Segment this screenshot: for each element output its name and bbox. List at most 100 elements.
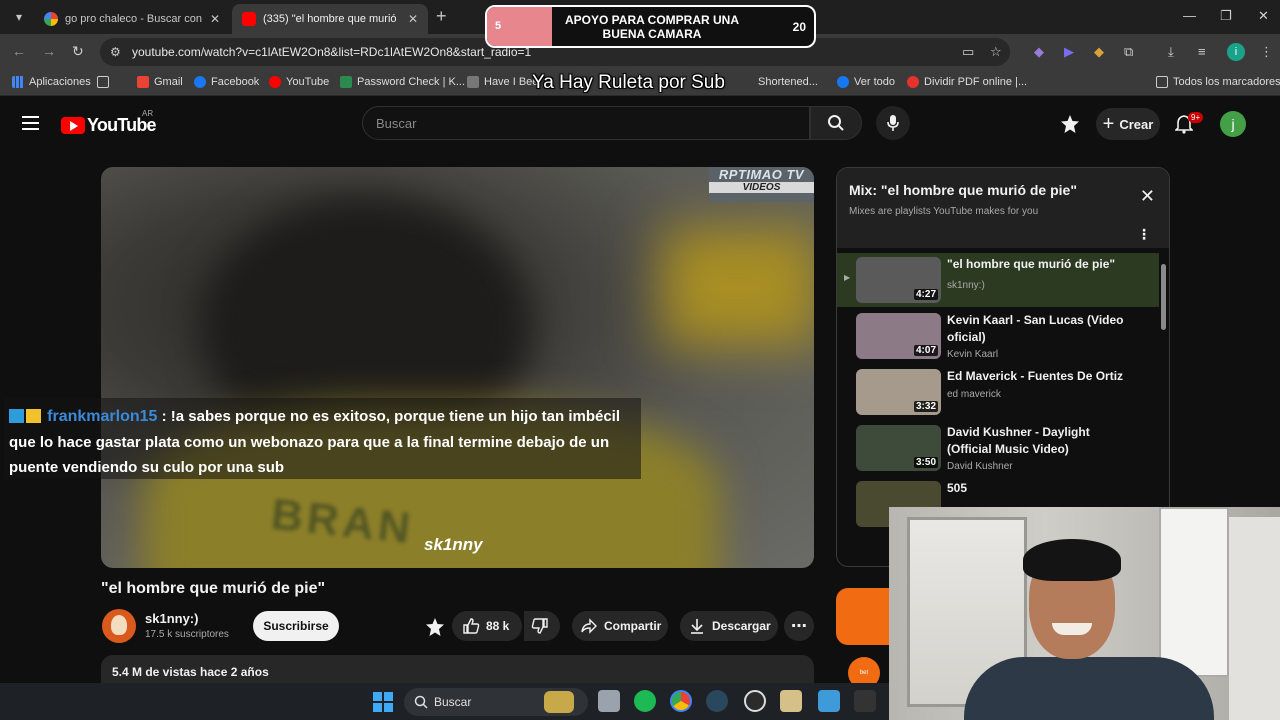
playlist-item-channel: ed maverick: [947, 389, 1001, 400]
tab-title: (335) "el hombre que murió de pie": [263, 13, 400, 25]
menu-hamburger-icon[interactable]: [22, 116, 39, 130]
photos-icon[interactable]: [818, 690, 840, 712]
bookmark-tab-groups-icon[interactable]: [97, 76, 114, 88]
playlist-item[interactable]: 3:32 Ed Maverick - Fuentes De Ortiz ed m…: [837, 365, 1159, 419]
bookmark-label: Aplicaciones: [29, 76, 91, 88]
playlist-item-channel: David Kushner: [947, 461, 1013, 472]
app-icon[interactable]: [780, 690, 802, 712]
browser-tab-youtube[interactable]: (335) "el hombre que murió de pie" ✕: [232, 4, 428, 34]
cast-icon[interactable]: ▭: [962, 44, 974, 60]
more-vertical-icon[interactable]: ⋮: [1137, 226, 1151, 243]
bookmark-gmail[interactable]: Gmail: [137, 76, 183, 88]
chrome-icon[interactable]: [670, 690, 692, 712]
minimize-icon[interactable]: —: [1183, 8, 1196, 23]
close-tab-icon[interactable]: ✕: [210, 12, 220, 26]
video-title: "el hombre que murió de pie": [101, 580, 326, 597]
voice-search-button[interactable]: [876, 106, 910, 140]
stream-goal-bar: 5 APOYO PARA COMPRAR UNA BUENA CAMARA 20: [485, 5, 816, 48]
file-explorer-icon[interactable]: [598, 690, 620, 712]
password-icon: [340, 76, 352, 88]
playlist-title[interactable]: Mix: "el hombre que murió de pie": [849, 182, 1077, 198]
bookmark-password-check[interactable]: Password Check | K...: [340, 76, 465, 88]
back-icon[interactable]: ←: [12, 43, 26, 59]
windows-taskbar: Buscar: [0, 683, 889, 720]
media-control-icon[interactable]: ≡: [1198, 44, 1206, 59]
window-close-icon[interactable]: ✕: [1258, 8, 1269, 24]
duration-badge: 3:50: [913, 457, 938, 468]
download-label: Descargar: [712, 619, 771, 633]
bookmark-all[interactable]: Todos los marcadores: [1156, 76, 1280, 88]
youtube-logo[interactable]: YouTube AR: [61, 109, 157, 136]
search-icon: [828, 115, 844, 131]
subscribe-button[interactable]: Suscribirse: [253, 611, 339, 641]
channel-avatar[interactable]: [102, 609, 136, 643]
create-button[interactable]: + Crear: [1096, 108, 1160, 140]
playlist-thumbnail: 4:27: [856, 257, 941, 303]
chrome-menu-icon[interactable]: ⋮: [1260, 44, 1273, 60]
playlist-item[interactable]: 4:07 Kevin Kaarl - San Lucas (Video ofic…: [837, 309, 1159, 363]
maximize-icon[interactable]: ❐: [1220, 8, 1232, 24]
new-tab-icon[interactable]: +: [436, 6, 447, 27]
extension-icon[interactable]: ◆: [1094, 44, 1104, 60]
bookmark-label: Password Check | K...: [357, 76, 466, 88]
playlist-item-channel: sk1nny:): [947, 280, 985, 291]
view-count: 5.4 M de vistas hace 2 años: [112, 665, 269, 679]
download-button[interactable]: Descargar: [680, 611, 778, 641]
playlist-item[interactable]: 3:50 David Kushner - Daylight (Official …: [837, 421, 1159, 475]
steam-icon[interactable]: [706, 690, 728, 712]
close-tab-icon[interactable]: ✕: [408, 12, 418, 26]
bookmark-dividir-pdf[interactable]: Dividir PDF online |...: [907, 76, 1027, 88]
browser-tab-google[interactable]: go pro chaleco - Buscar con Google ✕: [34, 4, 230, 34]
share-button[interactable]: Compartir: [572, 611, 668, 641]
playlist-item[interactable]: ▶ 4:27 "el hombre que murió de pie" sk1n…: [837, 253, 1159, 307]
more-actions-icon[interactable]: ⋯: [784, 611, 814, 641]
like-button[interactable]: 88 k: [452, 611, 522, 641]
site-info-icon[interactable]: ⚙: [110, 45, 121, 59]
reload-icon[interactable]: ↻: [72, 43, 84, 60]
epic-games-icon[interactable]: [854, 690, 876, 712]
bookmark-youtube[interactable]: YouTube: [269, 76, 329, 88]
video-player[interactable]: BRAN RPTIMAO TV VIDEOS sk1nny: [101, 167, 814, 568]
bookmark-have-i-been-pwned[interactable]: Have I Bee: [467, 76, 538, 88]
playlist-scrollbar[interactable]: [1161, 264, 1166, 330]
spotify-icon[interactable]: [634, 690, 656, 712]
dislike-button[interactable]: [524, 611, 560, 641]
bookmark-shortened[interactable]: Shortened...: [758, 76, 818, 88]
extension-star-icon[interactable]: [1060, 114, 1080, 134]
bookmark-label: YouTube: [286, 76, 330, 88]
bookmark-star-icon[interactable]: ☆: [990, 44, 1002, 60]
ad-banner[interactable]: [836, 588, 896, 645]
close-icon[interactable]: ✕: [1140, 186, 1155, 207]
extension-icon[interactable]: ◆: [1034, 44, 1044, 60]
pwned-icon: [467, 76, 479, 88]
search-button[interactable]: [810, 106, 862, 140]
search-input[interactable]: Buscar: [362, 106, 810, 140]
tab-search-chevron-icon[interactable]: ▾: [8, 6, 30, 28]
google-icon: [44, 12, 58, 26]
bookmark-apps[interactable]: Aplicaciones: [12, 76, 91, 88]
search-icon: [414, 695, 428, 709]
extension-icon[interactable]: ▶: [1064, 44, 1074, 60]
profile-avatar-icon[interactable]: i: [1227, 43, 1245, 61]
microphone-icon: [887, 115, 899, 131]
chat-username: frankmarlon15: [47, 408, 158, 425]
account-avatar[interactable]: j: [1220, 111, 1246, 137]
watermark-bottom: VIDEOS: [709, 182, 814, 193]
windows-start-icon[interactable]: [373, 692, 393, 712]
obs-icon[interactable]: [744, 690, 766, 712]
bookmark-ver-todo[interactable]: Ver todo: [837, 76, 895, 88]
channel-name[interactable]: sk1nny:): [145, 611, 198, 626]
webcam-door: [1229, 517, 1280, 720]
playlist-header: Mix: "el hombre que murió de pie" Mixes …: [837, 168, 1169, 248]
video-caption: sk1nny: [424, 535, 483, 554]
extension-star-icon[interactable]: [425, 617, 445, 637]
taskbar-search[interactable]: Buscar: [404, 688, 588, 716]
extensions-puzzle-icon[interactable]: ⧉: [1124, 44, 1133, 60]
duration-badge: 3:32: [913, 401, 938, 412]
bookmark-facebook[interactable]: Facebook: [194, 76, 259, 88]
download-icon[interactable]: ⤓: [1168, 44, 1174, 60]
bookmark-label: Gmail: [154, 76, 183, 88]
stream-chat-message: frankmarlon15 : !a sabes porque no es ex…: [4, 398, 641, 479]
thumbs-down-icon: [531, 618, 548, 634]
forward-icon[interactable]: →: [42, 43, 56, 59]
